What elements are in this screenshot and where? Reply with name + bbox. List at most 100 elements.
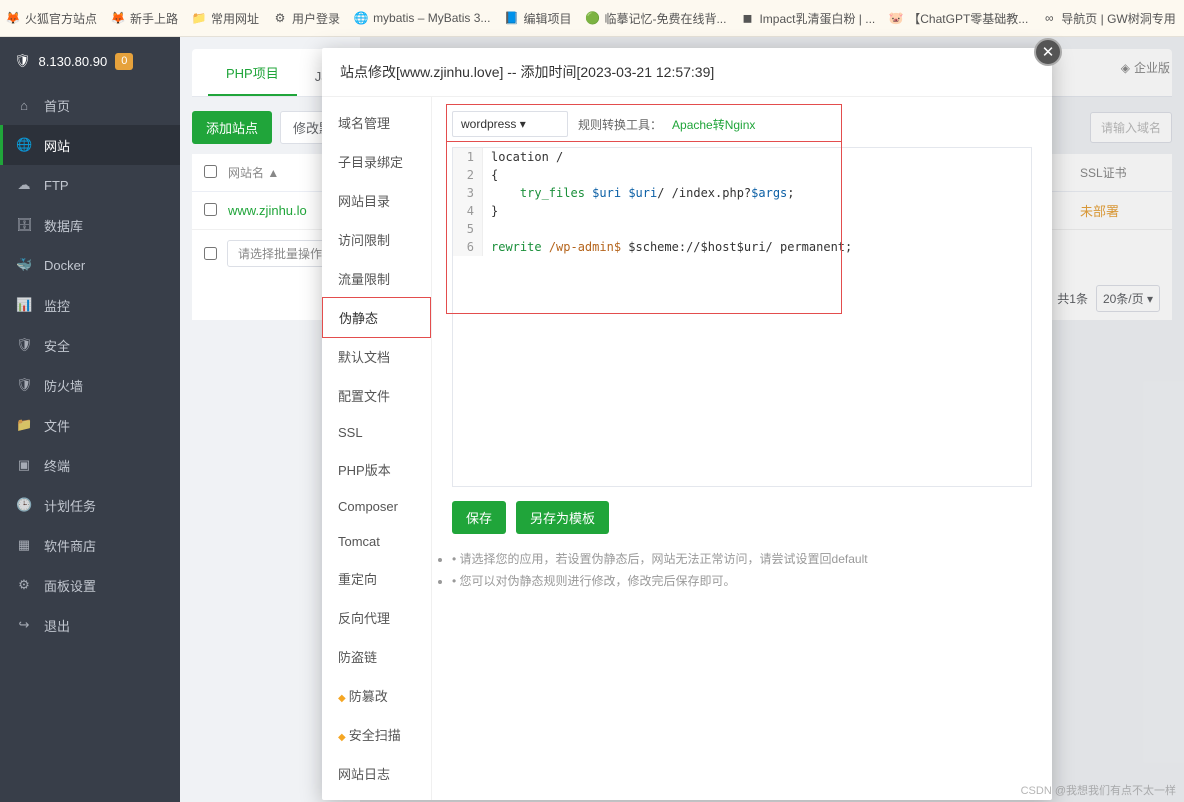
bookmark-item[interactable]: 📘编辑项目: [504, 10, 571, 27]
sidebar-item-安全[interactable]: 🛡安全: [0, 325, 180, 365]
sidebar-label: 退出: [44, 616, 70, 635]
sidebar-icon: ▣: [16, 457, 32, 473]
sidebar-item-监控[interactable]: 📊 监控: [0, 285, 180, 325]
sidebar-item-文件[interactable]: 📁 文件: [0, 405, 180, 445]
watermark: CSDN @我想我们有点不太一样: [1021, 782, 1176, 798]
sidebar: 🛡 8.130.80.90 0 ⌂首页🌐网站 ☁ FTP 🗄 数据库 🐳 Docker 📊 监控…: [0, 37, 180, 802]
bookmark-item[interactable]: ◼Impact乳清蛋白粉 | ...: [740, 10, 875, 27]
modal-nav-伪静态[interactable]: 伪静态: [322, 297, 431, 338]
sidebar-label: 防火墙: [44, 376, 83, 395]
bookmark-icon: 📘: [504, 11, 518, 25]
bookmark-item[interactable]: 🦊新手上路: [111, 10, 178, 27]
bookmark-item[interactable]: 📁常用网址: [192, 10, 259, 27]
sidebar-icon: 📊: [16, 297, 32, 313]
close-icon[interactable]: ✕: [1034, 38, 1062, 66]
add-site-button[interactable]: 添加站点: [192, 111, 272, 144]
sidebar-label: 计划任务: [44, 496, 96, 515]
sidebar-item-网站[interactable]: 🌐网站: [0, 125, 180, 165]
sidebar-icon: ↪: [16, 617, 32, 633]
sidebar-label: Docker: [44, 258, 85, 273]
tip-item: 请选择您的应用，若设置伪静态后，网站无法正常访问，请尝试设置回default: [452, 548, 1032, 570]
row-checkbox[interactable]: [204, 203, 217, 216]
code-editor[interactable]: 1location /2{3 try_files $uri $uri/ /ind…: [452, 147, 1032, 487]
sidebar-icon: 🗄: [16, 217, 32, 233]
save-button[interactable]: 保存: [452, 501, 506, 534]
rewrite-template-select[interactable]: wordpress ▾: [452, 111, 568, 137]
sidebar-label: FTP: [44, 178, 69, 193]
notice-badge[interactable]: 0: [115, 53, 133, 70]
bookmark-icon: 🐷: [889, 11, 903, 25]
shield-icon: 🛡: [14, 53, 31, 69]
sidebar-item-退出[interactable]: ↪ 退出: [0, 605, 180, 645]
bookmark-item[interactable]: 🟢临摹记忆-免费在线背...: [585, 10, 726, 27]
modal-nav-配置文件[interactable]: 配置文件: [322, 376, 431, 415]
modal-nav-流量限制[interactable]: 流量限制: [322, 259, 431, 298]
sidebar-icon: ☁: [16, 177, 32, 193]
sidebar-label: 监控: [44, 296, 70, 315]
sidebar-item-FTP[interactable]: ☁ FTP: [0, 165, 180, 205]
batch-checkbox[interactable]: [204, 247, 217, 260]
sidebar-icon: 🐳: [16, 257, 32, 273]
bookmark-icon: ◼: [740, 11, 754, 25]
sidebar-label: 终端: [44, 456, 70, 475]
bookmark-icon: 📁: [192, 11, 206, 25]
bookmark-item[interactable]: ∞导航页 | GW树洞专用: [1042, 10, 1175, 27]
code-line: 3 try_files $uri $uri/ /index.php?$args;: [453, 184, 1031, 202]
sidebar-item-面板设置[interactable]: ⚙ 面板设置: [0, 565, 180, 605]
sidebar-label: 软件商店: [44, 536, 96, 555]
modal-nav-防篡改[interactable]: ◆防篡改: [322, 676, 431, 715]
tip-item: 您可以对伪静态规则进行修改，修改完后保存即可。: [452, 570, 1032, 592]
modal-nav-网站日志[interactable]: 网站日志: [322, 754, 431, 793]
modal-nav-SSL[interactable]: SSL: [322, 415, 431, 450]
sidebar-label: 数据库: [44, 216, 83, 235]
batch-select[interactable]: 请选择批量操作: [227, 240, 333, 267]
bookmark-item[interactable]: 🐷【ChatGPT零基础教...: [889, 10, 1028, 27]
tips: 请选择您的应用，若设置伪静态后，网站无法正常访问，请尝试设置回default您可…: [452, 548, 1032, 592]
apache-to-nginx-link[interactable]: Apache转Nginx: [672, 116, 755, 133]
sidebar-item-防火墙[interactable]: 🛡防火墙: [0, 365, 180, 405]
sidebar-item-终端[interactable]: ▣ 终端: [0, 445, 180, 485]
code-line: 5: [453, 220, 1031, 238]
sidebar-icon: ⚙: [16, 577, 32, 593]
bookmark-icon: ∞: [1042, 11, 1056, 25]
modal-nav-默认文档[interactable]: 默认文档: [322, 337, 431, 376]
modal-nav-网站目录[interactable]: 网站目录: [322, 181, 431, 220]
sidebar-icon: ▦: [16, 537, 32, 553]
bookmarks-bar: 🦊火狐官方站点 🦊新手上路 📁常用网址 ⚙用户登录 🌐mybatis – MyBatis…: [0, 0, 1184, 37]
bookmark-icon: 🟢: [585, 11, 599, 25]
bookmark-item[interactable]: ⚙用户登录: [273, 10, 340, 27]
sidebar-label: 面板设置: [44, 576, 96, 595]
modal-nav-安全扫描[interactable]: ◆安全扫描: [322, 715, 431, 754]
modal-nav: 域名管理子目录绑定网站目录访问限制流量限制伪静态默认文档配置文件SSLPHP版本…: [322, 97, 432, 800]
sidebar-icon: 📁: [16, 417, 32, 433]
sidebar-item-首页[interactable]: ⌂首页: [0, 85, 180, 125]
convert-label: 规则转换工具：: [578, 116, 662, 133]
modal-nav-Composer[interactable]: Composer: [322, 489, 431, 524]
bookmark-item[interactable]: 🌐mybatis – MyBatis 3...: [354, 11, 490, 25]
sidebar-icon: 🕒: [16, 497, 32, 513]
sidebar-icon: 🌐: [16, 137, 32, 153]
modal-nav-PHP版本[interactable]: PHP版本: [322, 450, 431, 489]
modal-content: wordpress ▾ 规则转换工具： Apache转Nginx 1locati…: [432, 97, 1052, 800]
sidebar-item-Docker[interactable]: 🐳 Docker: [0, 245, 180, 285]
site-edit-modal: ✕ 站点修改[www.zjinhu.love] -- 添加时间[2023-03-…: [322, 48, 1052, 800]
modal-nav-子目录绑定[interactable]: 子目录绑定: [322, 142, 431, 181]
modal-nav-访问限制[interactable]: 访问限制: [322, 220, 431, 259]
modal-nav-Tomcat[interactable]: Tomcat: [322, 524, 431, 559]
sidebar-item-数据库[interactable]: 🗄 数据库: [0, 205, 180, 245]
server-header: 🛡 8.130.80.90 0: [0, 37, 180, 85]
tab-PHP项目[interactable]: PHP项目: [208, 51, 297, 96]
code-line: 4}: [453, 202, 1031, 220]
code-line: 2{: [453, 166, 1031, 184]
modal-nav-防盗链[interactable]: 防盗链: [322, 637, 431, 676]
sidebar-item-计划任务[interactable]: 🕒 计划任务: [0, 485, 180, 525]
select-all-checkbox[interactable]: [204, 165, 217, 178]
modal-nav-域名管理[interactable]: 域名管理: [322, 103, 431, 142]
sidebar-label: 首页: [44, 96, 70, 115]
bookmark-item[interactable]: 🦊火狐官方站点: [6, 10, 97, 27]
modal-nav-反向代理[interactable]: 反向代理: [322, 598, 431, 637]
sidebar-label: 文件: [44, 416, 70, 435]
sidebar-item-软件商店[interactable]: ▦ 软件商店: [0, 525, 180, 565]
modal-nav-重定向[interactable]: 重定向: [322, 559, 431, 598]
save-template-button[interactable]: 另存为模板: [516, 501, 609, 534]
